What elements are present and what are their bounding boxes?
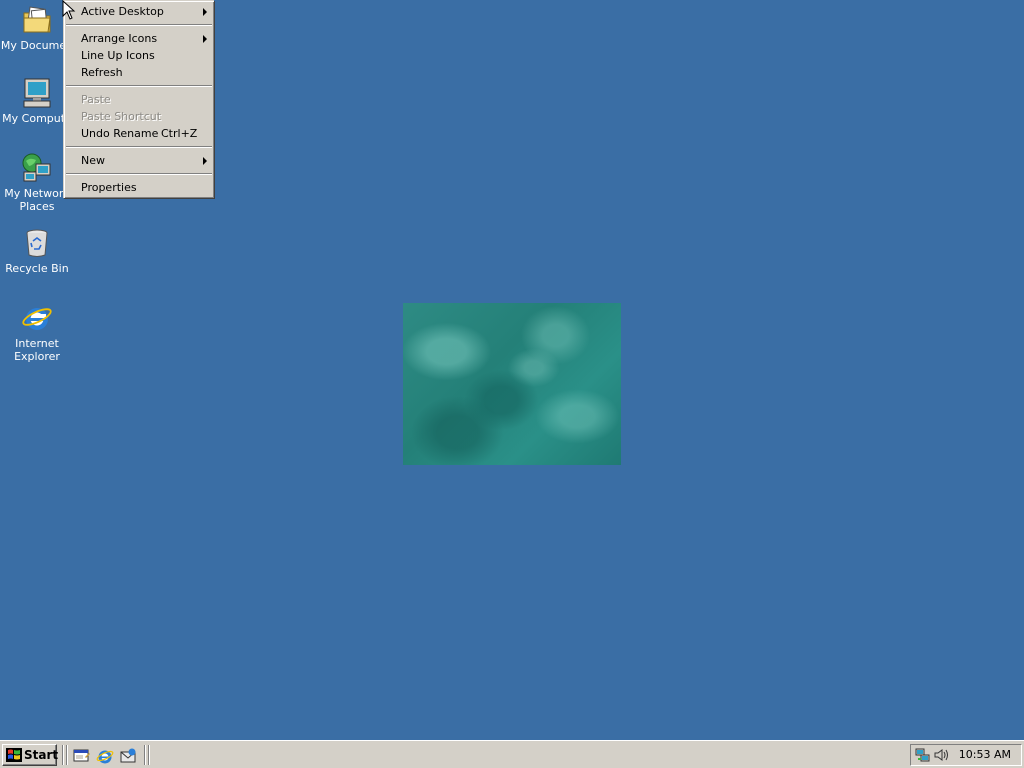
menu-item-label: Line Up Icons <box>81 49 155 62</box>
menu-item-paste: Paste <box>64 91 214 108</box>
start-button[interactable]: Start <box>2 744 59 766</box>
submenu-arrow-icon <box>203 157 207 165</box>
volume-icon[interactable] <box>933 747 949 763</box>
menu-item-new[interactable]: New <box>64 152 214 169</box>
system-tray: 10:53 AM <box>910 744 1022 766</box>
desktop-icon-recycle-bin[interactable]: Recycle Bin <box>0 227 74 275</box>
windows-logo-icon <box>6 748 22 762</box>
menu-item-active-desktop[interactable]: Active Desktop <box>64 3 214 20</box>
menu-item-label: Paste <box>81 93 111 106</box>
menu-item-paste-shortcut: Paste Shortcut <box>64 108 214 125</box>
taskbar-clock[interactable]: 10:53 AM <box>959 745 1011 765</box>
menu-item-label: Properties <box>81 181 137 194</box>
menu-item-line-up-icons[interactable]: Line Up Icons <box>64 47 214 64</box>
menu-item-shortcut: Ctrl+Z <box>161 127 198 140</box>
outlook-express-icon[interactable] <box>119 747 137 765</box>
submenu-arrow-icon <box>203 8 207 16</box>
menu-item-refresh[interactable]: Refresh <box>64 64 214 81</box>
menu-item-label: Arrange Icons <box>81 32 158 45</box>
menu-item-arrange-icons[interactable]: Arrange Icons <box>64 30 214 47</box>
taskbar-divider <box>62 745 64 765</box>
menu-item-undo-rename[interactable]: Undo Rename Ctrl+Z <box>64 125 214 142</box>
internet-explorer-icon[interactable] <box>96 747 114 765</box>
desktop-icon-label: Recycle Bin <box>5 262 69 275</box>
menu-item-label: Undo Rename <box>81 127 159 140</box>
taskbar-divider <box>148 745 150 765</box>
taskbar: Start 10:53 AM <box>0 740 1024 768</box>
menu-separator <box>66 85 212 87</box>
my-documents-folder-icon <box>23 6 51 33</box>
menu-item-label: New <box>81 154 105 167</box>
desktop-icon-internet-explorer[interactable]: Internet Explorer <box>0 302 74 363</box>
recycle-bin-icon <box>26 229 48 257</box>
menu-separator <box>66 146 212 148</box>
taskbar-divider <box>66 745 68 765</box>
wallpaper-image <box>403 303 621 465</box>
menu-item-label: Active Desktop <box>81 5 164 18</box>
show-desktop-icon[interactable] <box>73 747 91 765</box>
menu-item-label: Refresh <box>81 66 123 79</box>
menu-item-label: Paste Shortcut <box>81 110 162 123</box>
taskbar-divider <box>144 745 146 765</box>
my-computer-icon <box>23 78 51 108</box>
menu-separator <box>66 24 212 26</box>
internet-explorer-icon <box>22 308 52 330</box>
desktop-context-menu: Active Desktop Arrange Icons Line Up Ico… <box>63 0 214 198</box>
mouse-cursor-icon <box>62 0 76 20</box>
network-places-icon <box>22 153 51 182</box>
desktop-icon-label: Internet Explorer <box>14 337 60 363</box>
submenu-arrow-icon <box>203 35 207 43</box>
start-label: Start <box>24 748 59 762</box>
menu-item-properties[interactable]: Properties <box>64 179 214 196</box>
menu-separator <box>66 173 212 175</box>
network-connection-icon[interactable] <box>915 747 931 763</box>
